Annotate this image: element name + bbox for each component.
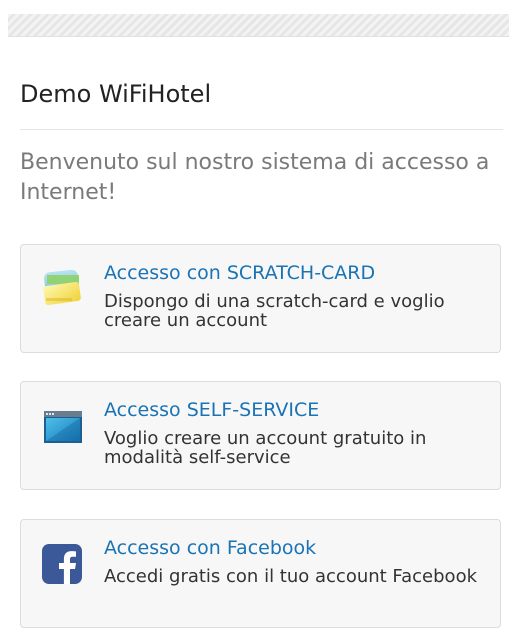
facebook-access-description: Accedi gratis con il tuo account Faceboo…: [104, 566, 477, 587]
facebook-icon: [41, 542, 85, 586]
facebook-access-link[interactable]: Accesso con Facebook: [104, 535, 316, 561]
self-service-access-link[interactable]: Accesso SELF-SERVICE: [104, 397, 319, 423]
divider: [20, 129, 503, 130]
scratch-card-access-option[interactable]: Accesso con SCRATCH-CARD Dispongo di una…: [20, 244, 501, 353]
welcome-text: Benvenuto sul nostro sistema di accesso …: [20, 150, 490, 205]
scratch-card-access-description: Dispongo di una scratch-card e voglio cr…: [104, 291, 445, 331]
top-bar: [8, 14, 509, 37]
page-title: Demo WiFiHotel: [20, 80, 212, 108]
facebook-access-option[interactable]: Accesso con Facebook Accedi gratis con i…: [20, 519, 501, 628]
self-service-icon: [41, 404, 85, 448]
self-service-access-description: Voglio creare un account gratuito in mod…: [104, 428, 427, 468]
scratch-card-access-link[interactable]: Accesso con SCRATCH-CARD: [104, 260, 375, 286]
scratch-card-icon: [41, 267, 85, 311]
self-service-access-option[interactable]: Accesso SELF-SERVICE Voglio creare un ac…: [20, 381, 501, 490]
